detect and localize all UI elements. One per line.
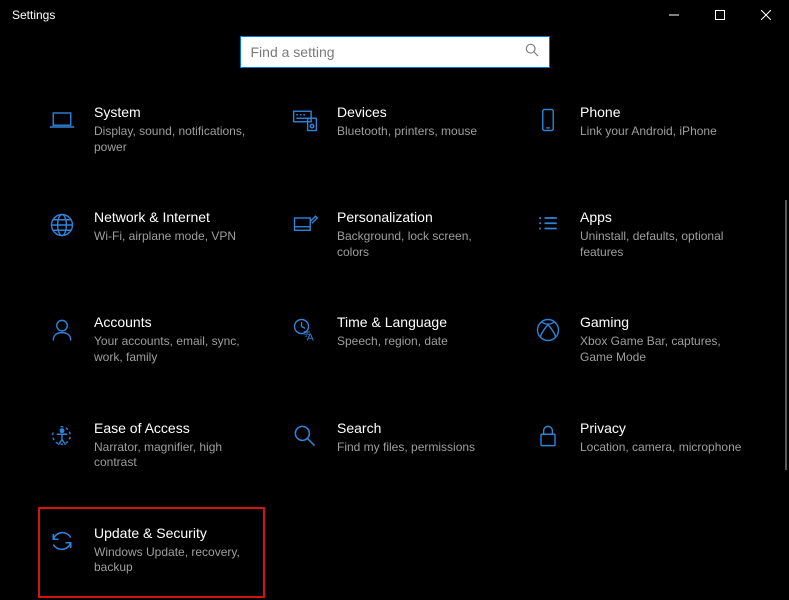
tile-phone[interactable]: Phone Link your Android, iPhone (526, 98, 749, 161)
tile-title: Privacy (580, 420, 743, 436)
tile-search[interactable]: Search Find my files, permissions (283, 414, 506, 477)
tile-title: System (94, 104, 257, 120)
search-input[interactable] (251, 44, 525, 60)
maximize-button[interactable] (697, 0, 743, 30)
tile-desc: Link your Android, iPhone (580, 124, 743, 140)
search-box[interactable] (240, 36, 550, 68)
tile-desc: Windows Update, recovery, backup (94, 545, 257, 576)
tile-desc: Your accounts, email, sync, work, family (94, 334, 257, 365)
tile-network[interactable]: Network & Internet Wi-Fi, airplane mode,… (40, 203, 263, 266)
tile-title: Network & Internet (94, 209, 257, 225)
close-button[interactable] (743, 0, 789, 30)
tile-desc: Wi-Fi, airplane mode, VPN (94, 229, 257, 245)
tile-desc: Speech, region, date (337, 334, 500, 350)
tile-title: Update & Security (94, 525, 257, 541)
xbox-icon (532, 314, 564, 346)
tile-personalization[interactable]: Personalization Background, lock screen,… (283, 203, 506, 266)
tile-update-security[interactable]: Update & Security Windows Update, recove… (38, 507, 265, 598)
paintbrush-icon (289, 209, 321, 241)
tile-title: Accounts (94, 314, 257, 330)
tile-desc: Uninstall, defaults, optional features (580, 229, 743, 260)
magnifier-icon (289, 420, 321, 452)
tile-privacy[interactable]: Privacy Location, camera, microphone (526, 414, 749, 477)
search-container (0, 36, 789, 68)
tile-time-language[interactable]: A字 Time & Language Speech, region, date (283, 308, 506, 371)
svg-text:字: 字 (303, 330, 310, 339)
person-icon (46, 314, 78, 346)
tile-title: Time & Language (337, 314, 500, 330)
lock-icon (532, 420, 564, 452)
search-icon (525, 43, 539, 62)
tile-desc: Xbox Game Bar, captures, Game Mode (580, 334, 743, 365)
tile-desc: Background, lock screen, colors (337, 229, 500, 260)
tile-desc: Narrator, magnifier, high contrast (94, 440, 257, 471)
tile-title: Phone (580, 104, 743, 120)
clock-letter-icon: A字 (289, 314, 321, 346)
tile-accounts[interactable]: Accounts Your accounts, email, sync, wor… (40, 308, 263, 371)
tile-devices[interactable]: Devices Bluetooth, printers, mouse (283, 98, 506, 161)
tile-title: Search (337, 420, 500, 436)
tile-title: Gaming (580, 314, 743, 330)
minimize-button[interactable] (651, 0, 697, 30)
tile-desc: Location, camera, microphone (580, 440, 743, 456)
tile-title: Apps (580, 209, 743, 225)
tile-title: Devices (337, 104, 500, 120)
window-title: Settings (12, 8, 55, 22)
tile-gaming[interactable]: Gaming Xbox Game Bar, captures, Game Mod… (526, 308, 749, 371)
tile-desc: Display, sound, notifications, power (94, 124, 257, 155)
tile-ease-of-access[interactable]: Ease of Access Narrator, magnifier, high… (40, 414, 263, 477)
sync-icon (46, 525, 78, 557)
settings-grid: System Display, sound, notifications, po… (0, 98, 789, 582)
tile-desc: Bluetooth, printers, mouse (337, 124, 500, 140)
window-controls (651, 0, 789, 30)
tile-title: Ease of Access (94, 420, 257, 436)
laptop-icon (46, 104, 78, 136)
tile-title: Personalization (337, 209, 500, 225)
keyboard-speaker-icon (289, 104, 321, 136)
globe-icon (46, 209, 78, 241)
phone-icon (532, 104, 564, 136)
tile-system[interactable]: System Display, sound, notifications, po… (40, 98, 263, 161)
scrollbar[interactable] (785, 200, 787, 470)
list-icon (532, 209, 564, 241)
tile-apps[interactable]: Apps Uninstall, defaults, optional featu… (526, 203, 749, 266)
titlebar: Settings (0, 0, 789, 30)
accessibility-icon (46, 420, 78, 452)
tile-desc: Find my files, permissions (337, 440, 500, 456)
